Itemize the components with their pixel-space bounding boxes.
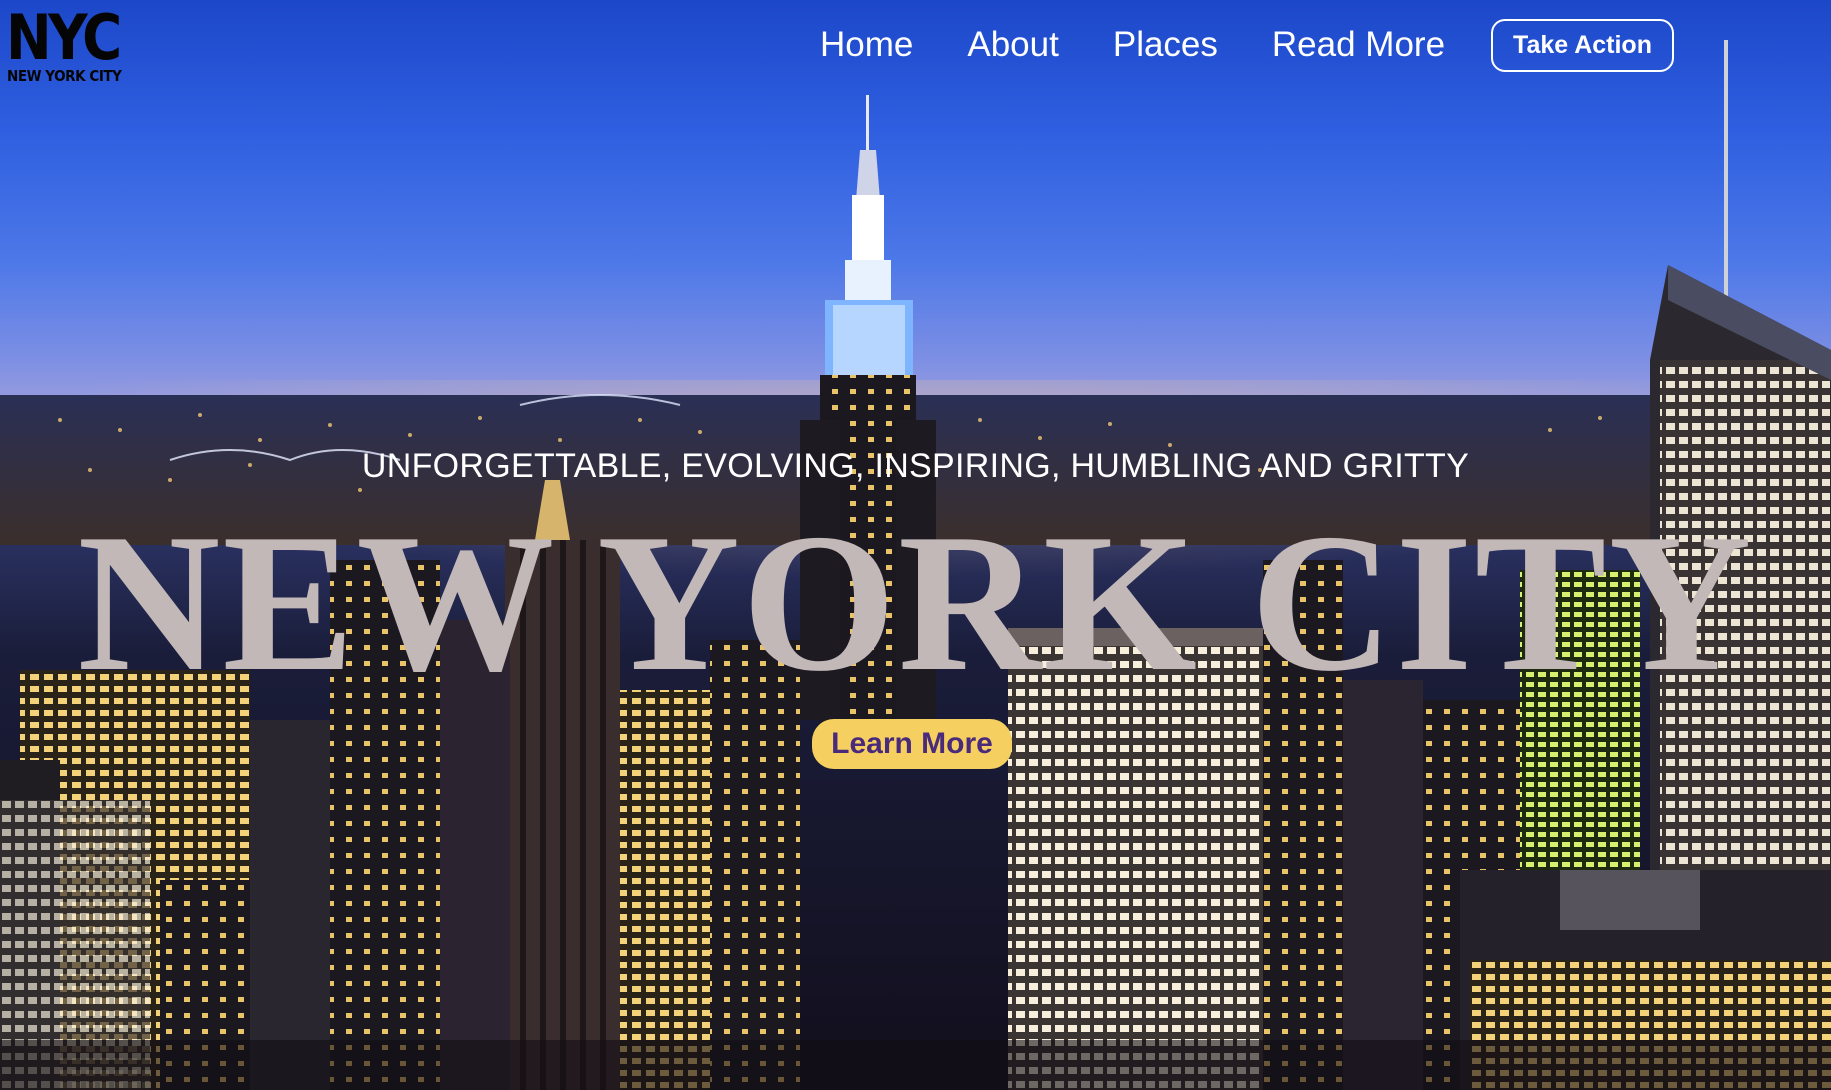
logo-text: NYC bbox=[6, 1, 122, 74]
hero-tagline: UNFORGETTABLE, EVOLVING, INSPIRING, HUMB… bbox=[361, 447, 1470, 485]
nav-link-home[interactable]: Home bbox=[820, 25, 913, 65]
nyc-logo[interactable]: NYC NEW YORK CITY bbox=[6, 6, 136, 86]
main-nav: Home About Places Read More Take Action bbox=[820, 18, 1674, 72]
hero-title: NEW YORK CITY bbox=[77, 493, 1754, 712]
logo-subtext: NEW YORK CITY bbox=[7, 67, 122, 85]
nav-link-read-more[interactable]: Read More bbox=[1272, 25, 1445, 65]
nav-link-places[interactable]: Places bbox=[1113, 25, 1218, 65]
take-action-button[interactable]: Take Action bbox=[1491, 18, 1674, 72]
nav-link-about[interactable]: About bbox=[967, 25, 1058, 65]
page: NYC NEW YORK CITY Home About Places Read… bbox=[0, 0, 1831, 1090]
learn-more-button[interactable]: Learn More bbox=[812, 719, 1012, 769]
